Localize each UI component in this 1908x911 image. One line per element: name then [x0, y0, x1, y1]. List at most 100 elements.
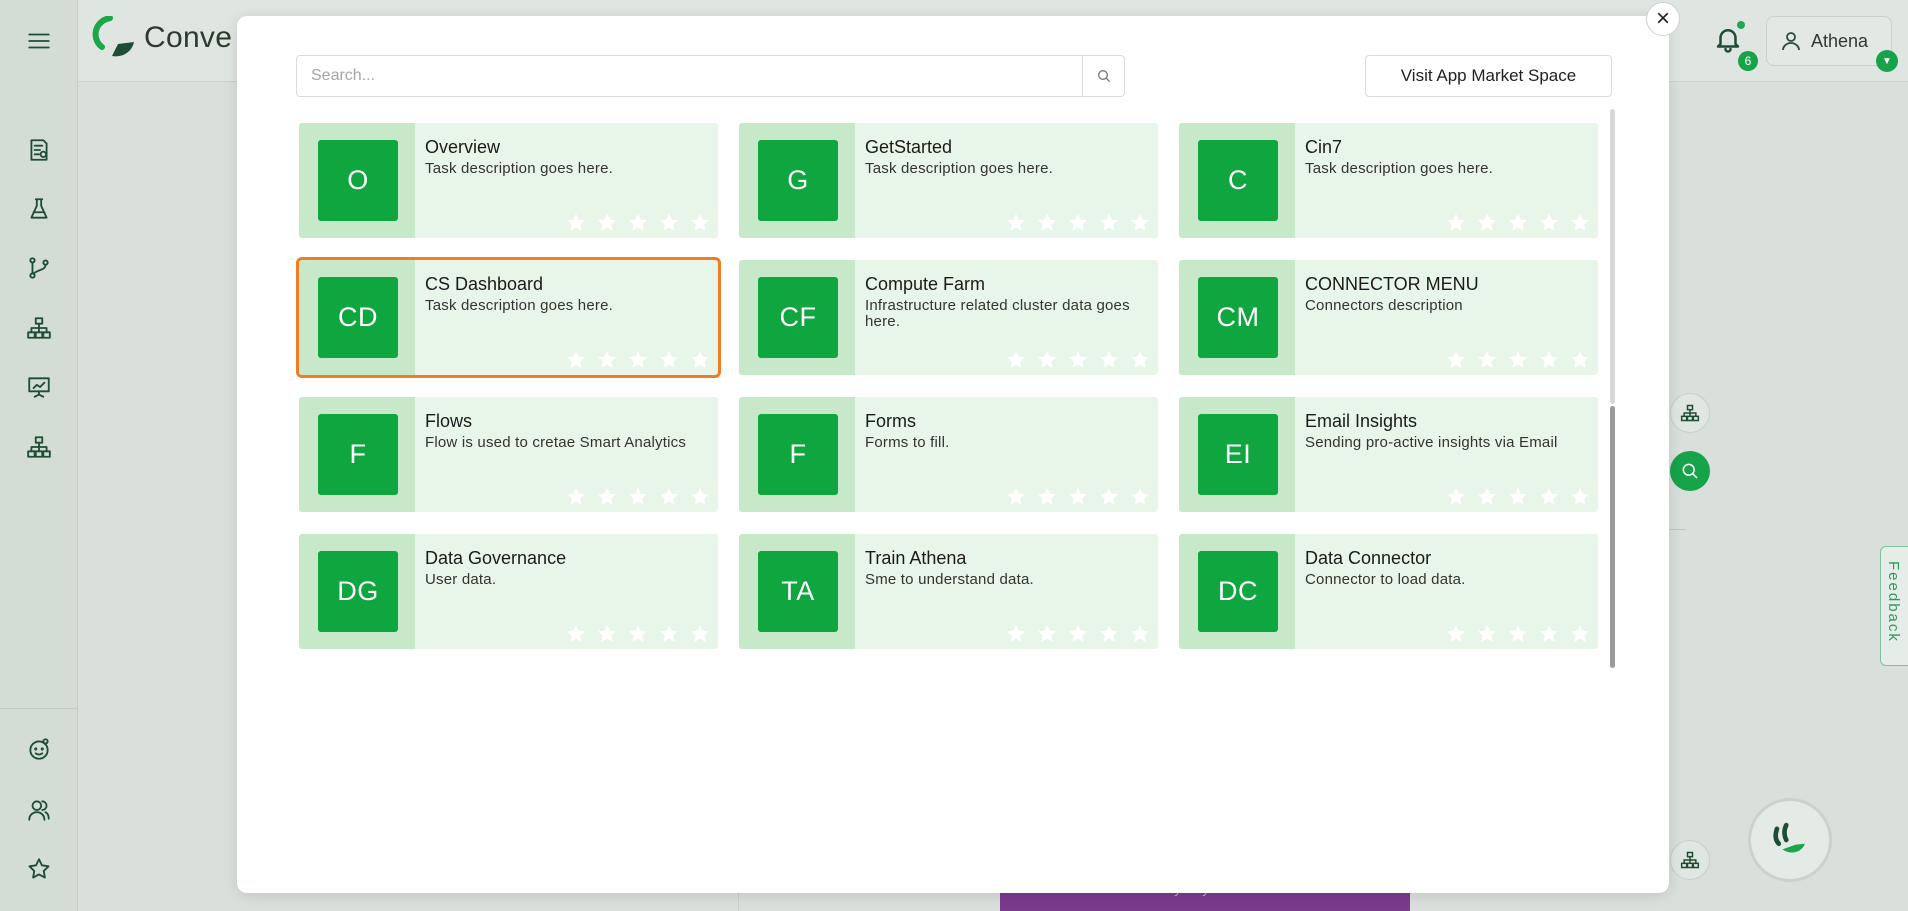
star-icon[interactable]: [1036, 486, 1058, 508]
star-icon[interactable]: [689, 212, 711, 234]
star-icon[interactable]: [1005, 486, 1027, 508]
app-description: User data.: [425, 571, 497, 588]
chevron-down-icon[interactable]: ▼: [1876, 50, 1898, 72]
app-card[interactable]: DC Data Connector Connector to load data.: [1179, 534, 1598, 649]
star-icon[interactable]: [658, 623, 680, 645]
star-icon[interactable]: [658, 349, 680, 371]
star-icon[interactable]: [1445, 212, 1467, 234]
app-card[interactable]: EI Email Insights Sending pro-active insig…: [1179, 397, 1598, 512]
star-icon[interactable]: [1129, 486, 1151, 508]
star-icon[interactable]: [596, 486, 618, 508]
star-icon[interactable]: [1098, 486, 1120, 508]
star-icon[interactable]: [1538, 623, 1560, 645]
scrollbar-track[interactable]: [1610, 109, 1615, 404]
search-icon[interactable]: [1082, 56, 1124, 96]
star-icon[interactable]: [1067, 349, 1089, 371]
star-icon[interactable]: [1005, 349, 1027, 371]
app-card[interactable]: TA Train Athena Sme to understand data.: [739, 534, 1158, 649]
star-icon[interactable]: [565, 623, 587, 645]
flask-icon[interactable]: [24, 194, 54, 224]
search-input[interactable]: [297, 56, 1082, 96]
star-icon[interactable]: [627, 349, 649, 371]
app-card[interactable]: CD CS Dashboard Task description goes here…: [296, 257, 721, 378]
app-card[interactable]: C Cin7 Task description goes here.: [1179, 123, 1598, 238]
star-icon[interactable]: [1067, 486, 1089, 508]
support-icon[interactable]: [24, 734, 54, 764]
user-menu[interactable]: Athena: [1766, 16, 1892, 66]
presentation-icon[interactable]: [24, 372, 54, 402]
star-icon[interactable]: [1538, 212, 1560, 234]
star-icon[interactable]: [1476, 212, 1498, 234]
star-icon[interactable]: [596, 349, 618, 371]
star-icon[interactable]: [1067, 623, 1089, 645]
app-title: Train Athena: [865, 548, 967, 568]
chatbot-icon[interactable]: [1748, 798, 1832, 882]
branch-icon[interactable]: [24, 253, 54, 283]
app-card[interactable]: F Forms Forms to fill.: [739, 397, 1158, 512]
star-icon[interactable]: [627, 623, 649, 645]
star-icon[interactable]: [1036, 349, 1058, 371]
app-badge: CF: [758, 277, 838, 358]
star-icon[interactable]: [24, 854, 54, 884]
users-icon[interactable]: [24, 795, 54, 825]
star-icon[interactable]: [658, 486, 680, 508]
app-card[interactable]: CF Compute Farm Infrastructure related clu…: [739, 260, 1158, 375]
star-icon[interactable]: [627, 486, 649, 508]
star-icon[interactable]: [1507, 212, 1529, 234]
star-icon[interactable]: [1569, 486, 1591, 508]
star-icon[interactable]: [1538, 349, 1560, 371]
star-icon[interactable]: [1445, 486, 1467, 508]
visit-app-market-button[interactable]: Visit App Market Space: [1365, 55, 1612, 97]
star-icon[interactable]: [1538, 486, 1560, 508]
feedback-tab[interactable]: Feedback: [1880, 546, 1908, 666]
close-icon[interactable]: ×: [1646, 2, 1680, 36]
star-icon[interactable]: [596, 623, 618, 645]
star-icon[interactable]: [1005, 212, 1027, 234]
star-icon[interactable]: [1129, 212, 1151, 234]
star-icon[interactable]: [1507, 486, 1529, 508]
star-icon[interactable]: [596, 212, 618, 234]
star-icon[interactable]: [1067, 212, 1089, 234]
star-icon[interactable]: [1445, 623, 1467, 645]
star-icon[interactable]: [1476, 623, 1498, 645]
star-icon[interactable]: [1129, 623, 1151, 645]
app-card[interactable]: DG Data Governance User data.: [299, 534, 718, 649]
star-icon[interactable]: [689, 623, 711, 645]
star-icon[interactable]: [627, 212, 649, 234]
star-icon[interactable]: [565, 212, 587, 234]
app-card[interactable]: O Overview Task description goes here.: [299, 123, 718, 238]
star-icon[interactable]: [689, 349, 711, 371]
app-card[interactable]: F Flows Flow is used to cretae Smart Analy…: [299, 397, 718, 512]
star-icon[interactable]: [1036, 212, 1058, 234]
star-icon[interactable]: [1098, 623, 1120, 645]
star-icon[interactable]: [1005, 623, 1027, 645]
logo[interactable]: Conve: [92, 15, 232, 60]
app-badge: F: [758, 414, 838, 495]
hierarchy-icon[interactable]: [24, 313, 54, 343]
hierarchy-tool-icon[interactable]: [1670, 840, 1710, 880]
app-card[interactable]: G GetStarted Task description goes here.: [739, 123, 1158, 238]
star-icon[interactable]: [1507, 623, 1529, 645]
hierarchy-icon[interactable]: [24, 432, 54, 462]
star-icon[interactable]: [1036, 623, 1058, 645]
star-icon[interactable]: [1098, 349, 1120, 371]
app-card[interactable]: CM CONNECTOR MENU Connectors description: [1179, 260, 1598, 375]
star-icon[interactable]: [565, 349, 587, 371]
report-icon[interactable]: [24, 135, 54, 165]
star-icon[interactable]: [1507, 349, 1529, 371]
scrollbar-thumb[interactable]: [1610, 406, 1615, 668]
hierarchy-tool-icon[interactable]: [1670, 393, 1710, 433]
menu-icon[interactable]: [24, 26, 54, 56]
star-icon[interactable]: [1098, 212, 1120, 234]
star-icon[interactable]: [1569, 349, 1591, 371]
star-icon[interactable]: [565, 486, 587, 508]
star-icon[interactable]: [1476, 486, 1498, 508]
star-icon[interactable]: [1476, 349, 1498, 371]
star-icon[interactable]: [1569, 623, 1591, 645]
star-icon[interactable]: [1569, 212, 1591, 234]
star-icon[interactable]: [658, 212, 680, 234]
star-icon[interactable]: [689, 486, 711, 508]
search-tool-icon[interactable]: [1670, 451, 1710, 491]
star-icon[interactable]: [1445, 349, 1467, 371]
star-icon[interactable]: [1129, 349, 1151, 371]
